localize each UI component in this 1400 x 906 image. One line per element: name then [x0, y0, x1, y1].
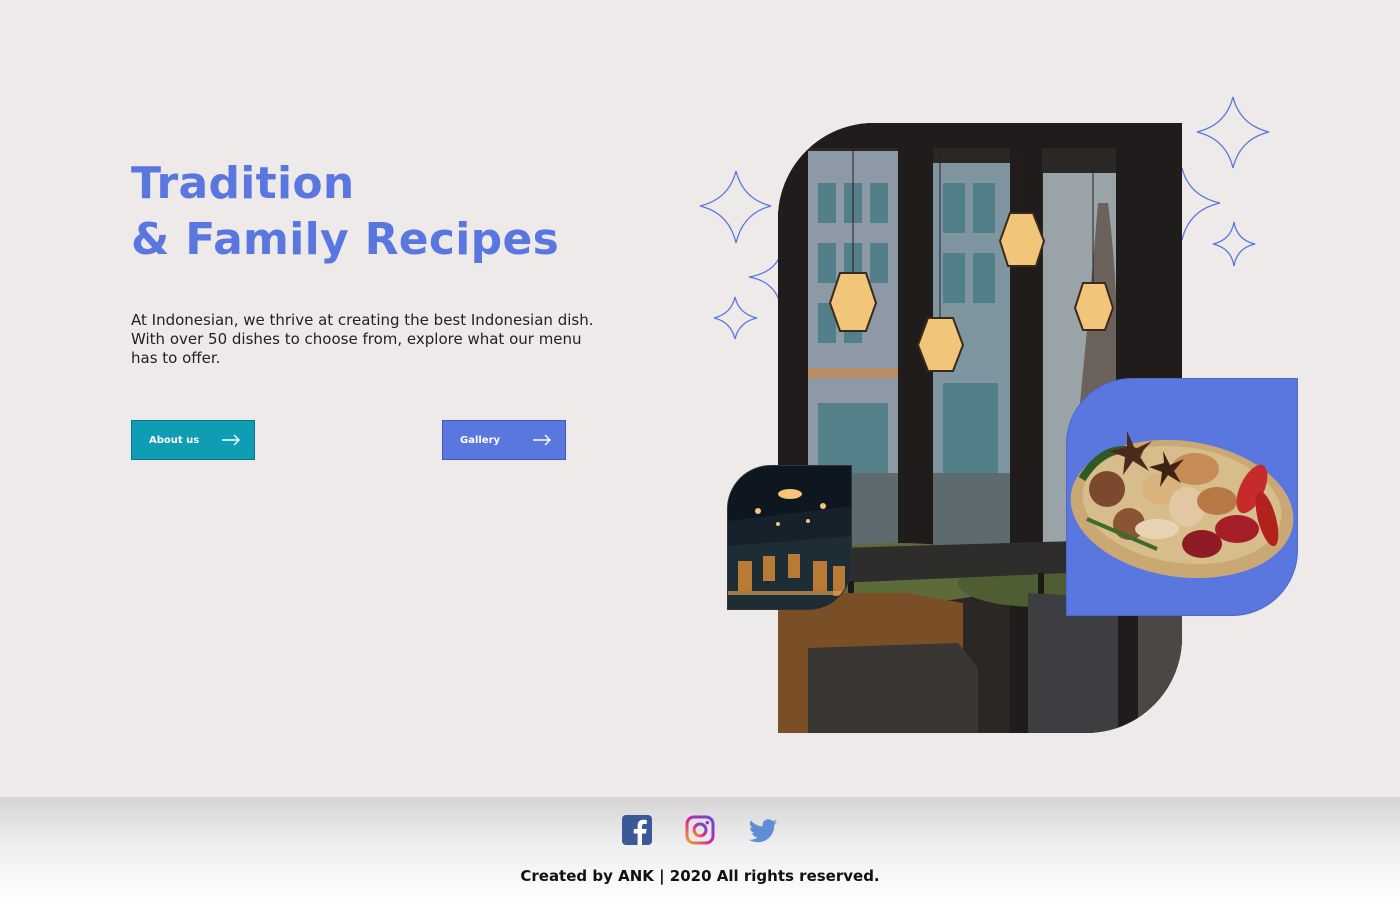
spice-bowl-card [1066, 378, 1298, 616]
sparkle-icon [748, 257, 780, 301]
gallery-label: Gallery [460, 434, 501, 446]
gallery-button[interactable]: Gallery [442, 420, 566, 460]
sparkle-icon [713, 296, 758, 340]
facebook-icon[interactable] [622, 815, 652, 845]
social-links [0, 815, 1400, 845]
about-us-label: About us [149, 434, 200, 446]
copyright-text: Created by ANK | 2020 All rights reserve… [520, 867, 880, 885]
spice-bowl-image [1070, 431, 1294, 579]
sparkle-icon [1181, 167, 1221, 241]
instagram-icon[interactable] [685, 815, 715, 845]
about-us-button[interactable]: About us [131, 420, 255, 460]
interior-photo [727, 465, 852, 610]
hero-title-line2: & Family Recipes [131, 214, 560, 265]
sparkle-icon [699, 170, 772, 244]
hero-description: At Indonesian, we thrive at creating the… [131, 311, 594, 367]
landing-page: Tradition & Family Recipes At Indonesian… [0, 0, 1400, 906]
arrow-right-icon [222, 434, 240, 446]
arrow-right-icon [533, 434, 551, 446]
sparkle-icon [1196, 96, 1270, 169]
hero-title-line1: Tradition [131, 158, 355, 209]
twitter-icon[interactable] [748, 815, 778, 845]
footer: Created by ANK | 2020 All rights reserve… [0, 797, 1400, 906]
sparkle-icon [1212, 221, 1256, 267]
hero-title: Tradition & Family Recipes [131, 156, 559, 268]
